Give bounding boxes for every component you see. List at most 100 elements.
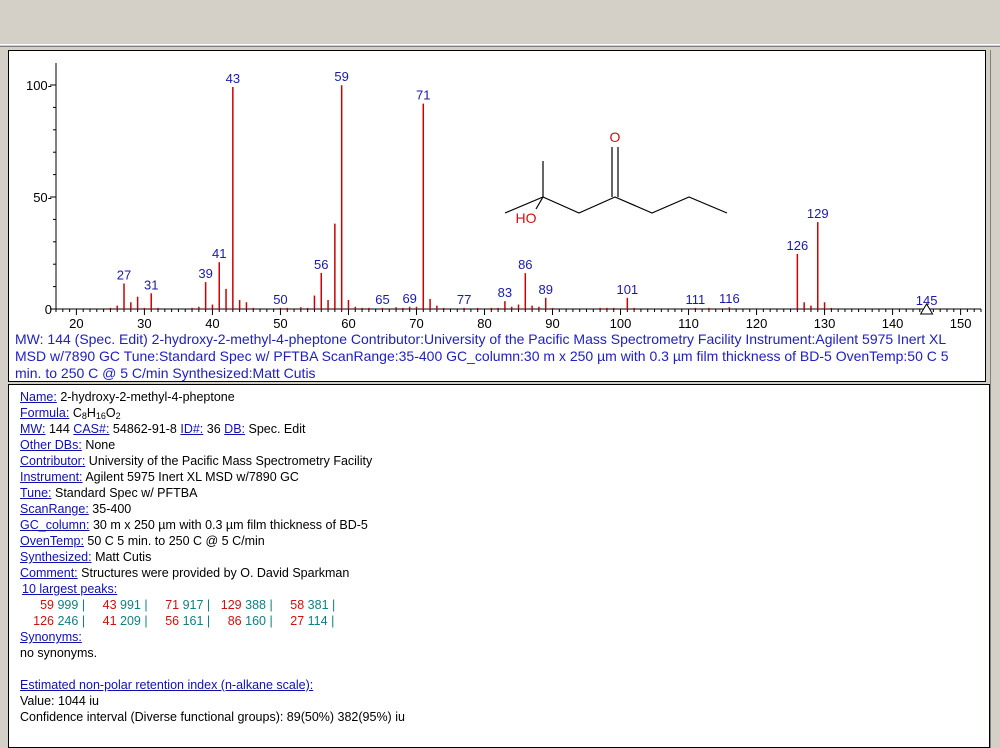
peak-label: 59 [334,69,348,84]
id-label[interactable]: ID#: [180,422,203,436]
largest-peak-separator: | [206,614,211,628]
formula-c: C [72,406,82,420]
largest-peak-intensity: 917 [179,598,207,612]
db-value: Spec. Edit [248,422,306,436]
synonyms-label[interactable]: Synonyms: [20,630,82,644]
formula-row: Formula: C8H16O2 [20,405,989,421]
largest-peak-separator: | [144,614,148,628]
contributor-label[interactable]: Contributor: [20,454,85,468]
peak-label: 71 [416,88,430,103]
y-tick-label: 50- [33,190,52,205]
peak-label: 43 [226,71,240,86]
gc-column-label[interactable]: GC_column: [20,518,89,532]
gc-column-row: GC_column: 30 m x 250 µm with 0.3 µm fil… [20,517,989,533]
x-tick-label: 150 [950,316,972,331]
ri-confidence: Confidence interval (Diverse functional … [20,710,405,724]
largest-peak-mz: 126 [33,614,54,628]
peak-label: 69 [402,291,416,306]
peak-label: 101 [616,282,638,297]
peak-label: 77 [457,292,471,307]
ri-row: Estimated non-polar retention index (n-a… [20,677,989,693]
chart-peak-labels: 27 31 3941 43 50 56 59 65 69 71 77 83 86 89 101 111 116 1… [117,69,938,308]
mw-label[interactable]: MW: [20,422,45,436]
largest-peak-mz: 86 [227,614,242,628]
largest-peak-entry: 71 917 | [151,597,210,613]
instrument-label[interactable]: Instrument: [20,470,83,484]
largest-peak-mz: 41 [102,614,117,628]
largest-peak-separator: | [81,614,86,628]
peak-label: 27 [117,267,131,282]
chart-peaks [109,85,934,315]
name-value: 2-hydroxy-2-methyl-4-pheptone [60,390,235,404]
peak-label: 50 [273,292,287,307]
synonyms-row: Synonyms: [20,629,989,645]
largest-peak-entry: 129 388 | [214,597,273,613]
x-tick-label: 130 [814,316,836,331]
largest-peak-entry: 27 114 | [276,613,334,629]
largest-peak-intensity: 388 [241,598,270,612]
comment-row: Comment: Structures were provided by O. … [20,565,989,581]
contributor-row: Contributor: University of the Pacific M… [20,453,989,469]
window-right-edge [990,50,1000,748]
spectrum-panel[interactable]: 20 30 40 50 60 70 80 90 100 110 120 130 140 150 0 50- 10… [8,50,986,382]
largest-peak-separator: | [144,598,148,612]
formula-value: C8H16O2 [72,406,121,421]
name-label[interactable]: Name: [20,390,57,404]
largest-peaks-link[interactable]: 10 largest peaks: [22,582,117,596]
x-tick-label: 90 [545,316,559,331]
largest-peak-entry: 41 209 | [89,613,148,629]
largest-peak-mz: 59 [40,598,54,612]
details-panel[interactable]: Name: 2-hydroxy-2-methyl-4-pheptone Form… [8,384,990,748]
peak-label: 41 [212,246,226,261]
largest-peak-mz: 43 [102,598,117,612]
largest-peak-entry: 58 381 | [276,597,335,613]
largest-peak-intensity: 160 [241,614,270,628]
id-value: 36 [206,422,221,436]
synthesized-value: Matt Cutis [95,550,152,564]
db-label[interactable]: DB: [224,422,245,436]
peak-label: 111 [685,292,705,307]
largest-peaks-row: 10 largest peaks: [20,581,989,597]
tune-row: Tune: Standard Spec w/ PFTBA [20,485,989,501]
largest-peak-separator: | [332,598,336,612]
synthesized-row: Synthesized: Matt Cutis [20,549,989,565]
largest-peak-mz: 56 [165,614,180,628]
tune-label[interactable]: Tune: [20,486,52,500]
x-tick-label: 100 [610,316,632,331]
oventemp-value: 50 C 5 min. to 250 C @ 5 C/min [87,534,265,548]
cas-label[interactable]: CAS#: [73,422,109,436]
ri-link[interactable]: Estimated non-polar retention index (n-a… [20,678,313,692]
largest-peak-separator: | [81,598,86,612]
gc-column-value: 30 m x 250 µm with 0.3 µm film thickness… [92,518,368,532]
other-dbs-value: None [85,438,116,452]
largest-peak-mz: 27 [290,614,305,628]
largest-peak-separator: | [269,598,273,612]
synthesized-label[interactable]: Synthesized: [20,550,92,564]
x-tick-label: 20 [69,316,83,331]
largest-peaks-list-2: 126 246 | 41 209 | 56 161 | 86 160 | 27 … [20,613,989,629]
contributor-value: University of the Pacific Mass Spectrome… [88,454,373,468]
peak-label: 129 [807,206,829,221]
x-tick-label: 60 [341,316,355,331]
scanrange-label[interactable]: ScanRange: [20,502,89,516]
largest-peak-intensity: 999 [54,598,82,612]
peak-label: 86 [518,257,532,272]
largest-peak-intensity: 991 [116,598,145,612]
other-dbs-label[interactable]: Other DBs: [20,438,82,452]
y-tick-label: 100- [26,78,52,93]
x-tick-label: 140 [882,316,904,331]
cas-value: 54862-91-8 [112,422,177,436]
comment-label[interactable]: Comment: [20,566,78,580]
largest-peak-entry: 56 161 | [151,613,210,629]
formula-o: O [105,406,116,420]
x-tick-label: 30 [137,316,151,331]
x-tick-label: 110 [678,316,699,331]
formula-label[interactable]: Formula: [20,406,69,420]
spectrum-caption: MW: 144 (Spec. Edit) 2-hydroxy-2-methyl-… [15,331,949,381]
x-tick-label: 40 [205,316,219,331]
peak-label: 83 [498,285,512,300]
comment-value: Structures were provided by O. David Spa… [81,566,350,580]
oventemp-label[interactable]: OvenTemp: [20,534,84,548]
largest-peak-intensity: 161 [179,614,207,628]
